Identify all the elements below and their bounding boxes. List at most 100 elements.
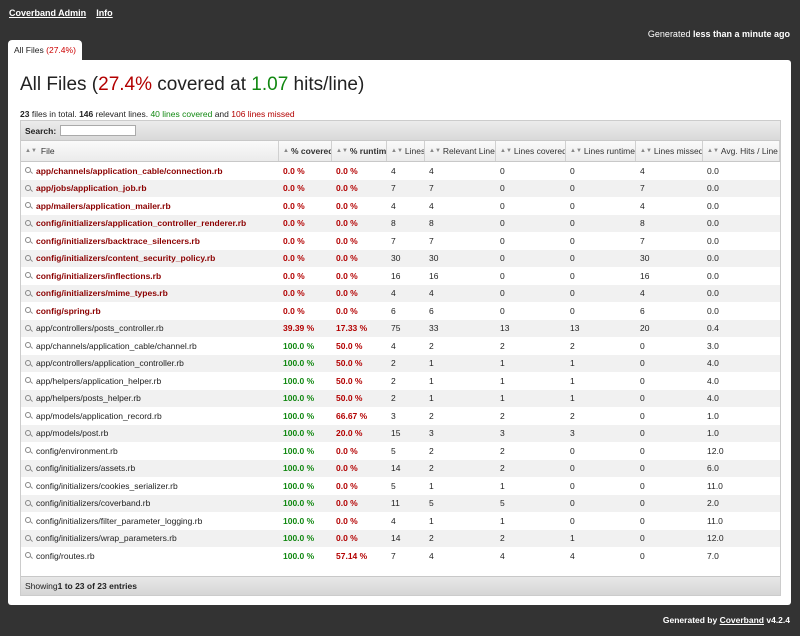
file-link[interactable]: config/environment.rb (36, 446, 118, 456)
magnifier-icon[interactable] (25, 429, 32, 437)
file-link[interactable]: config/initializers/application_controll… (36, 218, 246, 228)
table-row: config/initializers/assets.rb 100.0 % 0.0 … (21, 459, 780, 477)
cell-runtime: 0.0 % (336, 480, 358, 491)
magnifier-icon[interactable] (25, 167, 32, 174)
magnifier-icon[interactable] (25, 517, 32, 524)
file-link[interactable]: config/initializers/inflections.rb (36, 271, 161, 281)
magnifier-icon[interactable] (25, 342, 32, 349)
file-link[interactable]: config/spring.rb (36, 306, 101, 316)
search-input[interactable] (60, 125, 137, 136)
table-row: config/initializers/cookies_serializer.r… (21, 477, 780, 495)
column-header-relevant-lines[interactable]: ▲▼ Relevant Lines (425, 141, 496, 161)
file-link[interactable]: config/initializers/coverband.rb (36, 498, 150, 508)
cell-relevant-lines: 1 (429, 480, 434, 491)
title-pct: 27.4% (98, 74, 152, 95)
file-link[interactable]: app/models/post.rb (36, 428, 108, 438)
cell-runtime: 0.0 % (336, 445, 358, 456)
file-link[interactable]: app/controllers/application_controller.r… (36, 358, 184, 368)
file-link[interactable]: config/initializers/wrap_parameters.rb (36, 533, 177, 543)
sort-arrows-icon: ▲ (283, 148, 289, 154)
cell-covered: 100.0 % (283, 410, 315, 421)
file-link[interactable]: config/initializers/cookies_serializer.r… (36, 481, 178, 491)
cell-runtime: 50.0 % (336, 340, 363, 351)
cell-relevant-lines: 1 (429, 515, 434, 526)
magnifier-icon[interactable] (25, 377, 32, 384)
table-row: app/channels/application_cable/channel.r… (21, 337, 780, 355)
cell-avg-hits: 0.4 (707, 323, 719, 334)
cell-lines: 14 (391, 463, 401, 474)
magnifier-icon[interactable] (25, 219, 32, 227)
column-header-covered[interactable]: ▲% covered (279, 141, 332, 161)
cell-lines-missed: 0 (640, 480, 645, 491)
file-link[interactable]: app/channels/application_cable/connectio… (36, 166, 223, 176)
table-header: ▲▼ File ▲% covered ▲▼% runtime ▲▼ Lines ▲▼ Rele… (21, 141, 780, 162)
column-header-lines-runtime[interactable]: ▲▼ Lines runtime (566, 141, 636, 161)
column-header-avg-hits[interactable]: ▲▼ Avg. Hits / Line (703, 141, 780, 161)
cell-lines-runtime: 0 (570, 480, 575, 491)
file-link[interactable]: app/channels/application_cable/channel.r… (36, 341, 197, 351)
cell-runtime: 50.0 % (336, 393, 363, 404)
cell-lines: 4 (391, 288, 396, 299)
page-footer: Generated by Coverband v4.2.4 (663, 615, 790, 625)
column-header-lines-covered[interactable]: ▲▼ Lines covered (496, 141, 566, 161)
magnifier-icon[interactable] (25, 324, 32, 332)
coverband-link[interactable]: Coverband (720, 615, 764, 625)
magnifier-icon[interactable] (25, 289, 32, 297)
magnifier-icon[interactable] (25, 202, 32, 209)
magnifier-icon[interactable] (25, 184, 32, 192)
cell-lines-missed: 8 (640, 218, 645, 229)
magnifier-icon[interactable] (25, 359, 32, 367)
file-link[interactable]: app/jobs/application_job.rb (36, 183, 147, 193)
cell-runtime: 0.0 % (336, 218, 358, 229)
summary-line: 23 files in total. 146 relevant lines. 4… (20, 109, 295, 119)
cell-lines-missed: 16 (640, 270, 650, 281)
cell-covered: 0.0 % (283, 288, 305, 299)
column-header-lines-missed[interactable]: ▲▼ Lines missed (636, 141, 703, 161)
table-row: app/controllers/posts_controller.rb 39.39… (21, 319, 780, 337)
column-header-lines[interactable]: ▲▼ Lines (387, 141, 425, 161)
magnifier-icon[interactable] (25, 447, 32, 454)
cell-runtime: 0.0 % (336, 463, 358, 474)
cell-lines-missed: 7 (640, 235, 645, 246)
file-cell: app/controllers/application_controller.r… (21, 358, 279, 368)
magnifier-icon[interactable] (25, 254, 32, 262)
table-row: app/models/post.rb 100.0 % 20.0 % 15 3 3 3 0 1.0 (21, 424, 780, 442)
file-link[interactable]: config/routes.rb (36, 551, 95, 561)
magnifier-icon[interactable] (25, 272, 32, 279)
cell-covered: 100.0 % (283, 480, 315, 491)
file-link[interactable]: config/initializers/content_security_pol… (36, 253, 215, 263)
magnifier-icon[interactable] (25, 552, 32, 559)
file-link[interactable]: app/controllers/posts_controller.rb (36, 323, 164, 333)
brand-link[interactable]: Coverband Admin (9, 8, 86, 18)
magnifier-icon[interactable] (25, 307, 32, 314)
magnifier-icon[interactable] (25, 237, 32, 244)
cell-lines: 4 (391, 165, 396, 176)
magnifier-icon[interactable] (25, 534, 32, 542)
title-prefix: All Files ( (20, 74, 99, 95)
file-link[interactable]: config/initializers/filter_parameter_log… (36, 516, 202, 526)
info-link[interactable]: Info (96, 8, 113, 18)
tab-all-files[interactable]: All Files (27.4%) (8, 40, 82, 60)
cell-lines-covered: 2 (500, 463, 505, 474)
file-link[interactable]: app/helpers/posts_helper.rb (36, 393, 141, 403)
file-link[interactable]: app/models/application_record.rb (36, 411, 162, 421)
cell-lines: 4 (391, 200, 396, 211)
cell-avg-hits: 0.0 (707, 183, 719, 194)
cell-lines-runtime: 1 (570, 533, 575, 544)
column-header-runtime[interactable]: ▲▼% runtime (332, 141, 387, 161)
magnifier-icon[interactable] (25, 499, 32, 507)
file-link[interactable]: app/helpers/application_helper.rb (36, 376, 161, 386)
cell-relevant-lines: 8 (429, 218, 434, 229)
magnifier-icon[interactable] (25, 412, 32, 419)
magnifier-icon[interactable] (25, 464, 32, 472)
column-header-file[interactable]: ▲▼ File (21, 141, 279, 161)
file-link[interactable]: config/initializers/mime_types.rb (36, 288, 168, 298)
cell-lines-missed: 0 (640, 533, 645, 544)
cell-runtime: 0.0 % (336, 235, 358, 246)
file-link[interactable]: config/initializers/backtrace_silencers.… (36, 236, 200, 246)
file-link[interactable]: config/initializers/assets.rb (36, 463, 135, 473)
magnifier-icon[interactable] (25, 482, 32, 489)
cell-relevant-lines: 1 (429, 393, 434, 404)
file-link[interactable]: app/mailers/application_mailer.rb (36, 201, 171, 211)
magnifier-icon[interactable] (25, 394, 32, 402)
